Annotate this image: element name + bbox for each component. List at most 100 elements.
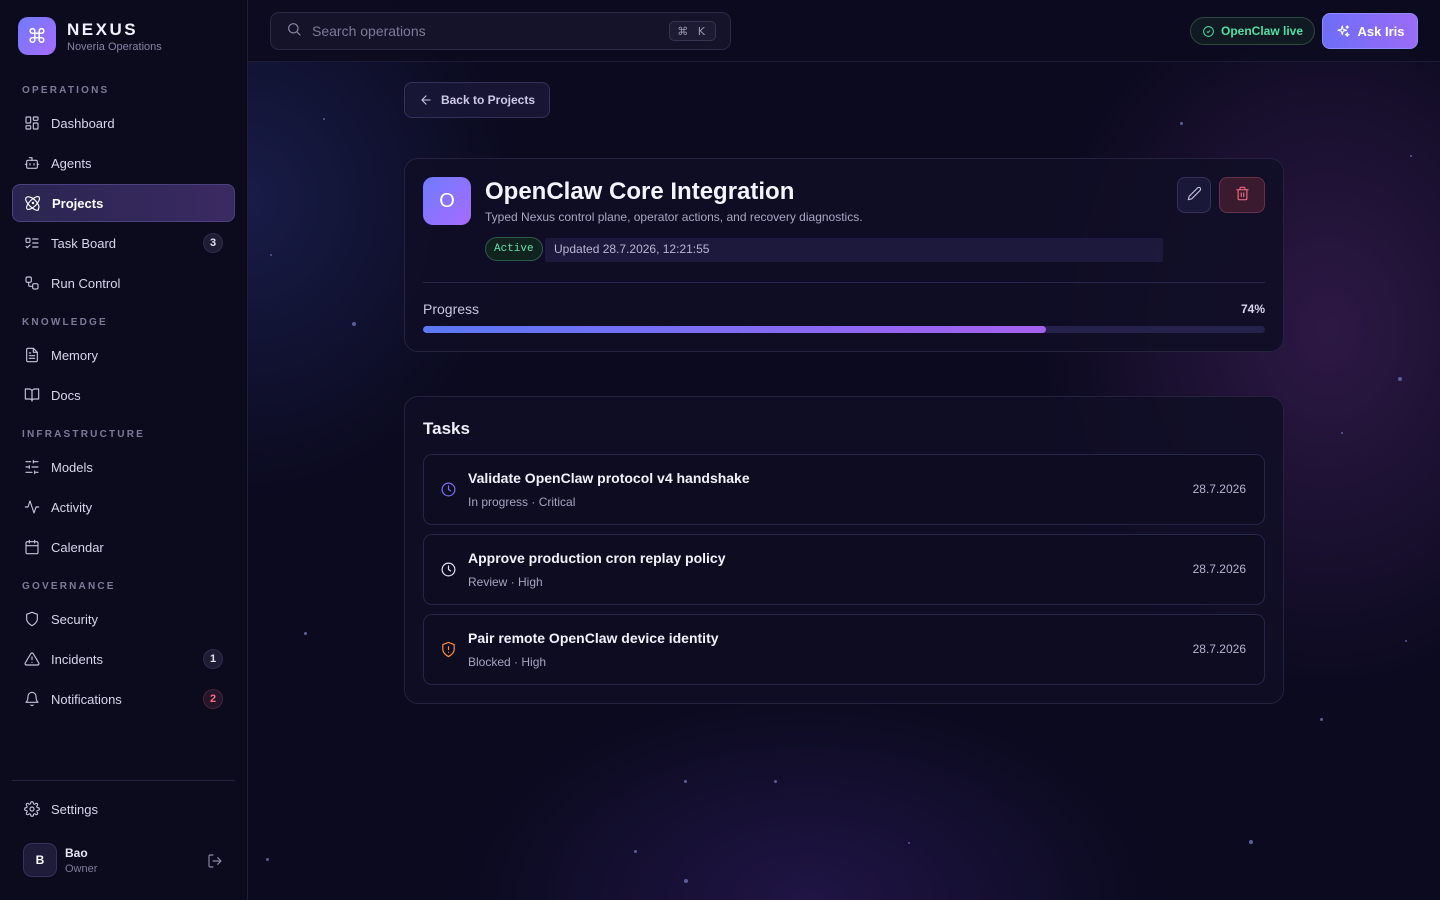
clock-icon bbox=[440, 481, 457, 498]
sidebar-item-label: Models bbox=[51, 459, 93, 475]
sidebar-item-label: Settings bbox=[51, 801, 98, 817]
star-decoration bbox=[1249, 840, 1253, 844]
sidebar-divider bbox=[12, 780, 235, 781]
star-decoration bbox=[1398, 377, 1402, 381]
trash-icon bbox=[1235, 186, 1250, 204]
back-to-projects-button[interactable]: Back to Projects bbox=[404, 82, 550, 118]
task-title: Pair remote OpenClaw device identity bbox=[468, 630, 719, 646]
star-decoration bbox=[1320, 718, 1323, 721]
user-profile[interactable]: B Bao Owner bbox=[23, 843, 97, 877]
task-meta: Review · High bbox=[468, 575, 543, 589]
sidebar-item-models[interactable]: Models bbox=[12, 448, 235, 486]
atom-icon bbox=[25, 195, 41, 211]
pulse-icon bbox=[24, 499, 40, 515]
tasks-title: Tasks bbox=[423, 419, 470, 438]
sidebar-item-label: Memory bbox=[51, 347, 98, 363]
arrow-left-icon bbox=[419, 93, 433, 107]
openclaw-live-status[interactable]: OpenClaw live bbox=[1190, 17, 1316, 45]
user-name: Bao bbox=[65, 845, 88, 860]
task-row[interactable]: Approve production cron replay policy Re… bbox=[423, 534, 1265, 605]
sidebar-item-security[interactable]: Security bbox=[12, 600, 235, 638]
avatar: B bbox=[23, 843, 57, 877]
command-icon: ⌘ bbox=[18, 17, 56, 55]
star-decoration bbox=[323, 118, 325, 120]
sidebar-item-settings[interactable]: Settings bbox=[12, 790, 235, 828]
nav-section-operations: OPERATIONS bbox=[22, 85, 110, 96]
sidebar-item-dashboard[interactable]: Dashboard bbox=[12, 104, 235, 142]
topbar: ⌘ K OpenClaw live Ask Iris bbox=[248, 0, 1440, 62]
sidebar-item-label: Dashboard bbox=[51, 115, 115, 131]
brand[interactable]: ⌘ NEXUS Noveria Operations bbox=[18, 17, 162, 55]
sidebar-item-label: Projects bbox=[52, 195, 104, 211]
status-badge: Active bbox=[485, 237, 543, 261]
task-meta: Blocked · High bbox=[468, 655, 547, 669]
nav-section-knowledge: KNOWLEDGE bbox=[22, 317, 108, 328]
shortcut-hint: ⌘ K bbox=[669, 21, 716, 41]
star-decoration bbox=[1410, 155, 1412, 157]
edit-project-button[interactable] bbox=[1177, 177, 1211, 213]
task-date: 28.7.2026 bbox=[1192, 482, 1246, 496]
pencil-icon bbox=[1187, 186, 1202, 204]
sidebar-item-label: Task Board bbox=[51, 235, 117, 251]
sidebar-item-task-board[interactable]: Task Board 3 bbox=[12, 224, 235, 262]
task-meta: In progress · Critical bbox=[468, 495, 576, 509]
nav-section-infrastructure: INFRASTRUCTURE bbox=[22, 429, 146, 440]
sidebar-item-activity[interactable]: Activity bbox=[12, 488, 235, 526]
brand-subtitle: Noveria Operations bbox=[67, 40, 162, 53]
bot-icon bbox=[24, 155, 40, 171]
bell-icon bbox=[24, 691, 40, 707]
sidebar-item-run-control[interactable]: Run Control bbox=[12, 264, 235, 302]
card-divider bbox=[423, 282, 1265, 283]
sidebar-item-agents[interactable]: Agents bbox=[12, 144, 235, 182]
book-icon bbox=[24, 387, 40, 403]
sidebar-item-label: Run Control bbox=[51, 275, 121, 291]
route-icon bbox=[24, 275, 40, 291]
sidebar-item-label: Security bbox=[51, 611, 98, 627]
sidebar-item-memory[interactable]: Memory bbox=[12, 336, 235, 374]
incidents-count-badge: 1 bbox=[203, 649, 223, 669]
sparkles-icon bbox=[1336, 24, 1351, 39]
sidebar-item-projects[interactable]: Projects bbox=[12, 184, 235, 222]
sidebar-item-docs[interactable]: Docs bbox=[12, 376, 235, 414]
task-board-count-badge: 3 bbox=[203, 233, 223, 253]
task-row[interactable]: Pair remote OpenClaw device identity Blo… bbox=[423, 614, 1265, 685]
check-circle-icon bbox=[1202, 25, 1215, 38]
sidebar-item-incidents[interactable]: Incidents 1 bbox=[12, 640, 235, 678]
task-date: 28.7.2026 bbox=[1192, 562, 1246, 576]
list-check-icon bbox=[24, 235, 40, 251]
star-decoration bbox=[634, 850, 637, 853]
star-decoration bbox=[684, 879, 688, 883]
star-decoration bbox=[270, 254, 272, 256]
sidebar-item-label: Activity bbox=[51, 499, 93, 515]
tasks-card: Tasks Validate OpenClaw protocol v4 hand… bbox=[404, 396, 1284, 704]
logout-icon[interactable] bbox=[207, 853, 223, 869]
sidebar-item-notifications[interactable]: Notifications 2 bbox=[12, 680, 235, 718]
warning-icon bbox=[24, 651, 40, 667]
star-decoration bbox=[684, 780, 687, 783]
calendar-icon bbox=[24, 539, 40, 555]
task-date: 28.7.2026 bbox=[1192, 642, 1246, 656]
task-row[interactable]: Validate OpenClaw protocol v4 handshake … bbox=[423, 454, 1265, 525]
sidebar-item-label: Agents bbox=[51, 155, 92, 171]
search-bar[interactable]: ⌘ K bbox=[270, 12, 731, 50]
main-content: ⌘ K OpenClaw live Ask Iris Back to Proje… bbox=[248, 0, 1440, 900]
sidebar-item-calendar[interactable]: Calendar bbox=[12, 528, 235, 566]
star-decoration bbox=[774, 780, 777, 783]
brand-name: NEXUS bbox=[67, 19, 139, 39]
project-title: OpenClaw Core Integration bbox=[485, 178, 795, 205]
project-card: O OpenClaw Core Integration Typed Nexus … bbox=[404, 158, 1284, 352]
progress-label: Progress bbox=[423, 301, 480, 317]
sidebar-item-label: Notifications bbox=[51, 691, 122, 707]
search-icon bbox=[286, 21, 302, 42]
sidebar-item-label: Docs bbox=[51, 387, 81, 403]
updated-timestamp: Updated 28.7.2026, 12:21:55 bbox=[554, 242, 710, 256]
delete-project-button[interactable] bbox=[1219, 177, 1265, 213]
search-input[interactable] bbox=[312, 23, 652, 39]
ask-iris-button[interactable]: Ask Iris bbox=[1322, 13, 1418, 49]
sidebar-item-label: Incidents bbox=[51, 651, 104, 667]
user-role: Owner bbox=[65, 862, 98, 875]
clock-icon bbox=[440, 561, 457, 578]
project-description: Typed Nexus control plane, operator acti… bbox=[485, 210, 863, 224]
star-decoration bbox=[304, 632, 307, 635]
task-title: Approve production cron replay policy bbox=[468, 550, 726, 566]
